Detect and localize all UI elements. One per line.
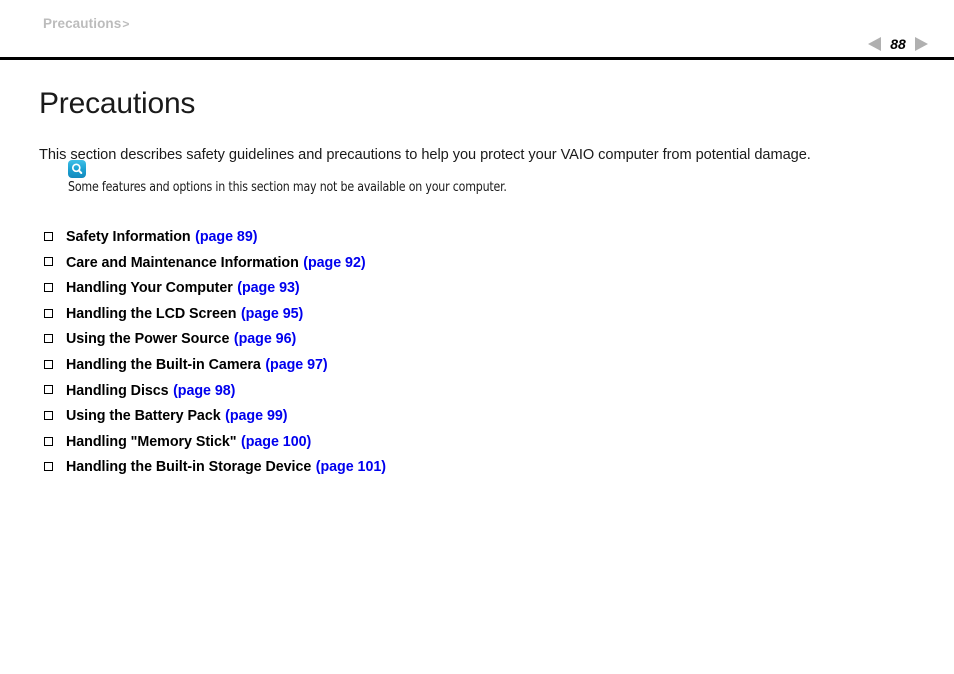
toc-item-label: Care and Maintenance Information xyxy=(66,254,299,271)
toc-item-label: Handling the Built-in Storage Device xyxy=(66,459,312,476)
breadcrumb: Precautions> xyxy=(43,16,130,31)
toc-item-label: Handling the Built-in Camera xyxy=(66,356,261,373)
toc-item-label: Safety Information xyxy=(66,229,191,245)
list-item[interactable]: Handling the Built-in Storage Device (pa… xyxy=(39,459,919,485)
toc-item-label: Handling Discs xyxy=(66,382,169,399)
magnifier-note-icon xyxy=(68,160,86,178)
toc-item-page-link[interactable]: (page 92) xyxy=(299,255,365,271)
note-block: Some features and options in this sectio… xyxy=(68,160,888,196)
page-title: Precautions xyxy=(39,87,196,120)
empty-square-bullet-icon xyxy=(39,382,66,396)
toc-item-page-link[interactable]: (page 99) xyxy=(221,408,287,424)
toc-item-page-link[interactable]: (page 96) xyxy=(229,331,296,347)
breadcrumb-item-precautions[interactable]: Precautions xyxy=(43,16,121,31)
toc-item-label: Handling the LCD Screen xyxy=(66,305,237,322)
toc-item-page-link[interactable]: (page 100) xyxy=(237,434,311,450)
list-item[interactable]: Handling Your Computer (page 93) xyxy=(39,280,919,306)
empty-square-bullet-icon xyxy=(39,458,66,472)
toc-item-page-link[interactable]: (page 89) xyxy=(191,229,257,245)
toc-item-label: Using the Battery Pack xyxy=(66,408,221,425)
triangle-left-icon[interactable] xyxy=(868,37,881,51)
note-text: Some features and options in this sectio… xyxy=(68,180,507,195)
toc-item-page-link[interactable]: (page 98) xyxy=(169,383,235,399)
page-header: Precautions> 88 xyxy=(0,0,954,60)
list-item[interactable]: Using the Power Source (page 96) xyxy=(39,331,919,357)
page-number: 88 xyxy=(890,36,906,52)
list-item[interactable]: Handling Discs (page 98) xyxy=(39,383,919,409)
page-navigation: 88 xyxy=(868,35,928,53)
toc-item-page-link[interactable]: (page 101) xyxy=(311,459,386,475)
empty-square-bullet-icon xyxy=(39,407,66,421)
list-item[interactable]: Handling "Memory Stick" (page 100) xyxy=(39,434,919,460)
header-divider xyxy=(0,57,954,60)
empty-square-bullet-icon xyxy=(39,330,66,344)
toc-item-page-link[interactable]: (page 97) xyxy=(261,357,327,373)
empty-square-bullet-icon xyxy=(39,254,66,268)
empty-square-bullet-icon xyxy=(39,305,66,319)
empty-square-bullet-icon xyxy=(39,433,66,447)
list-item[interactable]: Using the Battery Pack (page 99) xyxy=(39,408,919,434)
list-item[interactable]: Handling the LCD Screen (page 95) xyxy=(39,306,919,332)
empty-square-bullet-icon xyxy=(39,356,66,370)
toc-item-page-link[interactable]: (page 95) xyxy=(236,306,303,322)
breadcrumb-separator: > xyxy=(122,17,130,31)
list-item[interactable]: Safety Information (page 89) xyxy=(39,229,919,255)
empty-square-bullet-icon xyxy=(39,279,66,293)
toc-item-label: Using the Power Source xyxy=(66,331,230,348)
toc-item-label: Handling "Memory Stick" xyxy=(66,433,237,450)
toc-item-page-link[interactable]: (page 93) xyxy=(233,280,299,296)
toc-item-label: Handling Your Computer xyxy=(66,280,233,297)
list-item[interactable]: Handling the Built-in Camera (page 97) xyxy=(39,357,919,383)
toc-list: Safety Information (page 89) Care and Ma… xyxy=(39,229,919,485)
triangle-right-icon[interactable] xyxy=(915,37,928,51)
empty-square-bullet-icon xyxy=(39,228,66,242)
list-item[interactable]: Care and Maintenance Information (page 9… xyxy=(39,255,919,281)
